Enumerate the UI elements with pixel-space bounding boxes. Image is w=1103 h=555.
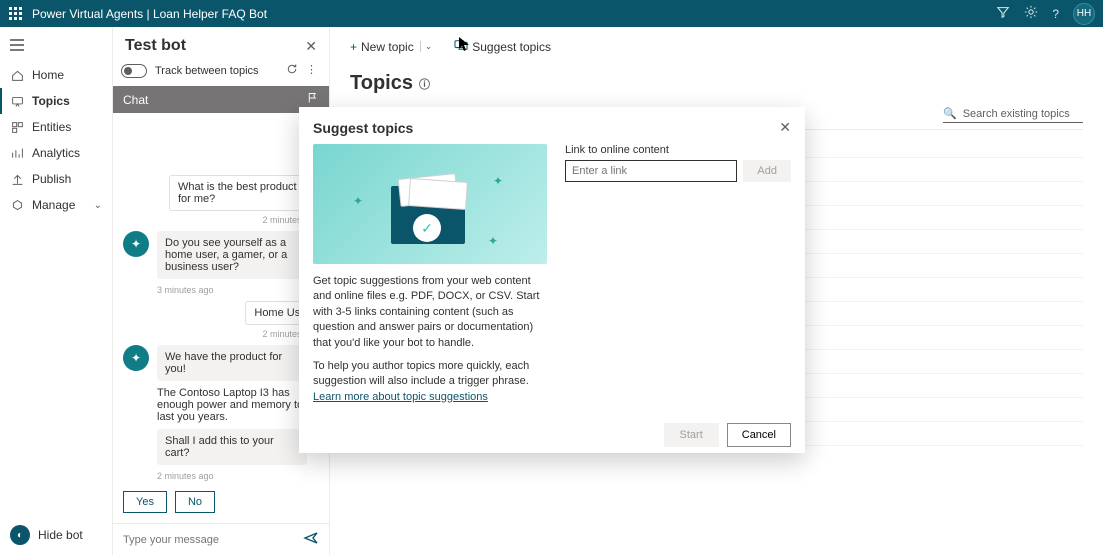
modal-title: Suggest topics (313, 120, 413, 136)
cancel-button[interactable]: Cancel (727, 423, 791, 447)
modal-description-2: To help you author topics more quickly, … (313, 359, 547, 405)
learn-more-link[interactable]: Learn more about topic suggestions (313, 391, 488, 403)
check-icon: ✓ (413, 214, 441, 242)
link-input[interactable] (565, 160, 737, 182)
close-icon[interactable]: ✕ (779, 119, 791, 136)
link-label: Link to online content (565, 144, 791, 156)
start-button[interactable]: Start (664, 423, 719, 447)
modal-illustration: ✓ ✦ ✦ ✦ (313, 144, 547, 264)
add-button[interactable]: Add (743, 160, 791, 182)
modal-overlay: Suggest topics ✕ ✓ ✦ ✦ ✦ Link to online … (0, 0, 1103, 555)
mouse-cursor (459, 37, 471, 56)
suggest-topics-modal: Suggest topics ✕ ✓ ✦ ✦ ✦ Link to online … (299, 107, 805, 453)
modal-description-1: Get topic suggestions from your web cont… (313, 274, 547, 351)
